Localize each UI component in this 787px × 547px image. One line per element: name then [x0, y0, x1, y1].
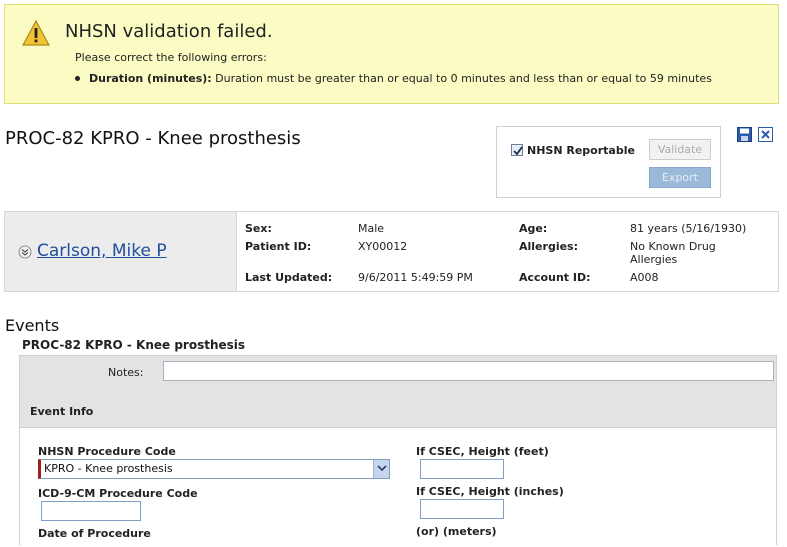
- notes-label: Notes:: [108, 366, 144, 379]
- event-info-heading: Event Info: [30, 405, 94, 418]
- last-updated-label: Last Updated:: [245, 271, 333, 284]
- nhsn-procedure-code-label: NHSN Procedure Code: [38, 445, 176, 458]
- banner-error-item: Duration (minutes): Duration must be gre…: [75, 72, 712, 85]
- date-of-procedure-label: Date of Procedure: [38, 527, 151, 540]
- warning-icon: [21, 19, 51, 46]
- nhsn-panel: NHSN Reportable Validate Export: [496, 126, 721, 198]
- sex-value: Male: [358, 222, 385, 235]
- procedure-title: PROC-82 KPRO - Knee prosthesis: [5, 128, 301, 149]
- nhsn-procedure-code-value: KPRO - Knee prosthesis: [44, 462, 173, 475]
- height-inches-input[interactable]: [420, 499, 504, 519]
- event-procedure-heading: PROC-82 KPRO - Knee prosthesis: [22, 338, 246, 352]
- age-value: 81 years (5/16/1930): [630, 222, 747, 235]
- nhsn-procedure-code-select[interactable]: KPRO - Knee prosthesis: [38, 459, 390, 479]
- height-feet-input[interactable]: [420, 459, 504, 479]
- nhsn-reportable-checkbox[interactable]: [511, 144, 523, 156]
- height-meters-label: (or) (meters): [416, 525, 497, 538]
- icd9-procedure-code-input[interactable]: [41, 501, 141, 521]
- patient-id-label: Patient ID:: [245, 240, 312, 253]
- patient-name-link[interactable]: Carlson, Mike P: [37, 241, 167, 261]
- allergies-value-line2: Allergies: [630, 253, 678, 266]
- close-icon[interactable]: [758, 127, 773, 142]
- patient-banner: Carlson, Mike P Sex: Male Patient ID: XY…: [4, 211, 779, 292]
- account-id-label: Account ID:: [519, 271, 591, 284]
- export-button[interactable]: Export: [649, 167, 711, 188]
- patient-id-value: XY00012: [358, 240, 408, 253]
- allergies-value-line1: No Known Drug: [630, 240, 716, 253]
- checkmark-icon: [513, 146, 523, 156]
- height-feet-label: If CSEC, Height (feet): [416, 445, 549, 458]
- save-icon[interactable]: [737, 127, 752, 142]
- validation-error-banner: NHSN validation failed. Please correct t…: [4, 4, 779, 104]
- event-info-section: NHSN Procedure Code KPRO - Knee prosthes…: [20, 427, 776, 547]
- validate-button[interactable]: Validate: [649, 139, 711, 160]
- events-heading: Events: [5, 316, 60, 335]
- error-field-label: Duration (minutes):: [89, 72, 212, 85]
- nhsn-reportable-label: NHSN Reportable: [527, 144, 635, 157]
- icd9-procedure-code-label: ICD-9-CM Procedure Code: [38, 487, 198, 500]
- account-id-value: A008: [630, 271, 659, 284]
- sex-label: Sex:: [245, 222, 272, 235]
- banner-title: NHSN validation failed.: [65, 21, 273, 42]
- notes-input[interactable]: [163, 361, 774, 381]
- height-inches-label: If CSEC, Height (inches): [416, 485, 564, 498]
- expand-chevron-icon[interactable]: [18, 245, 32, 259]
- error-message: Duration must be greater than or equal t…: [215, 72, 712, 85]
- allergies-label: Allergies:: [519, 240, 578, 253]
- banner-subtitle: Please correct the following errors:: [75, 51, 267, 64]
- patient-name-panel: Carlson, Mike P: [5, 212, 237, 291]
- bullet-icon: [75, 75, 80, 81]
- event-panel: Notes: Event Info NHSN Procedure Code KP…: [19, 355, 777, 547]
- age-label: Age:: [519, 222, 548, 235]
- last-updated-value: 9/6/2011 5:49:59 PM: [358, 271, 473, 284]
- chevron-down-icon[interactable]: [373, 460, 389, 478]
